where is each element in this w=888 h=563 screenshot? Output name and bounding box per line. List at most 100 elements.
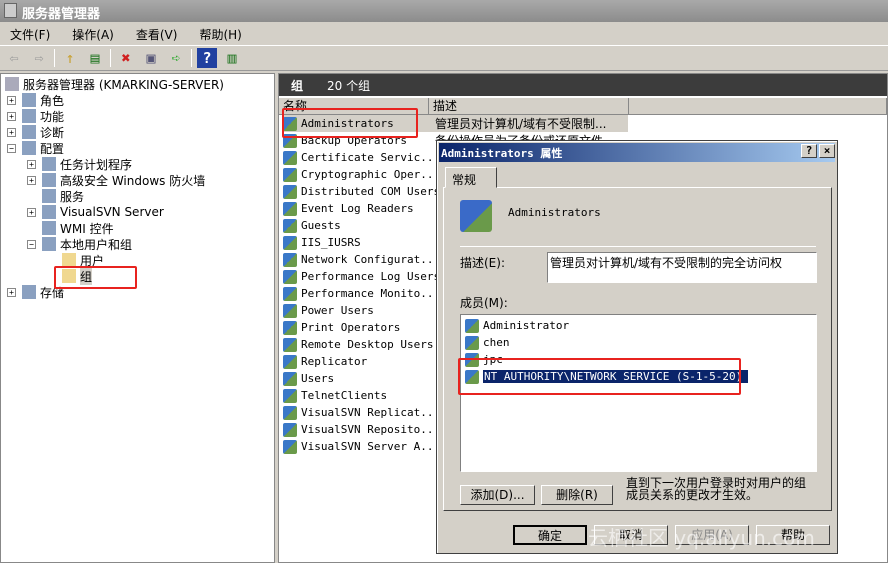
node-icon bbox=[42, 237, 56, 251]
tree-root[interactable]: 服务器管理器 (KMARKING-SERVER) bbox=[5, 76, 224, 92]
member-item[interactable]: Administrator bbox=[465, 317, 569, 334]
group-name: Event Log Readers bbox=[301, 202, 414, 215]
tree-item[interactable]: + 角色 bbox=[7, 92, 64, 108]
table-row[interactable]: Certificate Servic... bbox=[283, 149, 440, 166]
divider bbox=[460, 246, 816, 247]
up-icon[interactable]: ↑ bbox=[60, 48, 80, 68]
description-input[interactable]: 管理员对计算机/域有不受限制的完全访问权 bbox=[547, 252, 817, 283]
expander-icon[interactable]: + bbox=[27, 175, 36, 185]
table-row[interactable]: TelnetClients bbox=[283, 387, 387, 404]
members-label: 成员(M): bbox=[460, 296, 508, 310]
member-item[interactable]: chen bbox=[465, 334, 510, 351]
tree-item[interactable]: + 高级安全 Windows 防火墙 bbox=[27, 172, 205, 188]
folder-icon bbox=[62, 253, 76, 267]
delete-icon[interactable]: ✖ bbox=[116, 48, 136, 68]
table-row[interactable]: Guests bbox=[283, 217, 341, 234]
group-icon bbox=[283, 235, 297, 250]
column-description[interactable]: 描述 bbox=[429, 98, 629, 115]
group-name: Performance Log Users bbox=[301, 270, 441, 283]
table-row[interactable]: VisualSVN Replicat... bbox=[283, 404, 440, 421]
node-icon bbox=[22, 93, 36, 107]
table-row[interactable]: Cryptographic Oper... bbox=[283, 166, 440, 183]
tab-general[interactable]: 常规 bbox=[445, 167, 497, 188]
tree-item[interactable]: WMI 控件 bbox=[27, 220, 114, 236]
highlight-box bbox=[54, 266, 137, 289]
help-icon[interactable]: ? bbox=[197, 48, 217, 68]
group-name: Certificate Servic... bbox=[301, 151, 441, 164]
tree-item[interactable]: − 配置 bbox=[7, 140, 64, 156]
group-icon bbox=[283, 167, 297, 182]
expander-icon[interactable]: + bbox=[7, 111, 16, 121]
ok-button[interactable]: 确定 bbox=[513, 525, 587, 545]
properties-icon[interactable]: ▣ bbox=[141, 48, 161, 68]
menu-view[interactable]: 查看(V) bbox=[136, 26, 178, 44]
table-row[interactable]: Users bbox=[283, 370, 334, 387]
server-manager-icon bbox=[4, 3, 17, 18]
add-button[interactable]: 添加(D)... bbox=[460, 485, 535, 505]
table-row[interactable]: Replicator bbox=[283, 353, 367, 370]
menu-help[interactable]: 帮助(H) bbox=[199, 26, 241, 44]
table-row[interactable]: Performance Monito... bbox=[283, 285, 440, 302]
table-row[interactable]: Event Log Readers bbox=[283, 200, 414, 217]
group-icon bbox=[283, 252, 297, 267]
tree-item[interactable]: + 任务计划程序 bbox=[27, 156, 132, 172]
tree-item-label: 高级安全 Windows 防火墙 bbox=[60, 173, 206, 188]
menu-file[interactable]: 文件(F) bbox=[10, 26, 50, 44]
expander-icon[interactable]: + bbox=[27, 207, 36, 217]
table-row[interactable]: VisualSVN Reposito... bbox=[283, 421, 440, 438]
table-row[interactable]: Distributed COM Users bbox=[283, 183, 440, 200]
group-name: Distributed COM Users bbox=[301, 185, 441, 198]
tree-item[interactable]: + 诊断 bbox=[7, 124, 64, 140]
group-name: VisualSVN Replicat... bbox=[301, 406, 441, 419]
group-icon bbox=[283, 184, 297, 199]
expander-icon[interactable]: + bbox=[7, 127, 16, 137]
pane-title: 组 bbox=[291, 78, 304, 93]
group-name: Power Users bbox=[301, 304, 374, 317]
back-icon[interactable]: ⇦ bbox=[4, 48, 24, 68]
table-row[interactable]: Print Operators bbox=[283, 319, 400, 336]
expander-icon[interactable]: + bbox=[27, 159, 36, 169]
tree-item-label: VisualSVN Server bbox=[60, 205, 164, 219]
forward-icon[interactable]: ⇨ bbox=[29, 48, 49, 68]
group-name: Replicator bbox=[301, 355, 368, 368]
table-row[interactable]: VisualSVN Server A... bbox=[283, 438, 440, 455]
tree-item[interactable]: 服务 bbox=[27, 188, 84, 204]
table-row[interactable]: IIS_IUSRS bbox=[283, 234, 361, 251]
member-name: Administrator bbox=[483, 319, 570, 332]
remove-button[interactable]: 删除(R) bbox=[541, 485, 613, 505]
table-row[interactable]: Remote Desktop Users bbox=[283, 336, 433, 353]
group-name: TelnetClients bbox=[301, 389, 388, 402]
help-button[interactable]: ? bbox=[801, 144, 817, 158]
column-filler bbox=[629, 98, 887, 115]
close-button[interactable]: × bbox=[819, 144, 835, 158]
dialog-title: Administrators 属性 bbox=[441, 147, 563, 160]
pane-header: 组 20 个组 bbox=[279, 74, 887, 96]
table-row[interactable]: Power Users bbox=[283, 302, 374, 319]
group-name: Network Configurat... bbox=[301, 253, 441, 266]
expander-icon[interactable]: + bbox=[7, 287, 16, 297]
group-name: Users bbox=[301, 372, 335, 385]
tree-item-label: 功能 bbox=[40, 109, 65, 124]
group-icon bbox=[283, 422, 297, 437]
table-row[interactable]: Network Configurat... bbox=[283, 251, 440, 268]
group-icon bbox=[283, 320, 297, 335]
node-icon bbox=[22, 285, 36, 299]
table-row[interactable]: Performance Log Users bbox=[283, 268, 440, 285]
tree-item[interactable]: + 功能 bbox=[7, 108, 64, 124]
tree-item[interactable]: + VisualSVN Server bbox=[27, 204, 164, 220]
node-icon bbox=[42, 173, 56, 187]
node-icon bbox=[22, 125, 36, 139]
group-description: 管理员对计算机/域有不受限制... bbox=[435, 117, 607, 131]
group-icon bbox=[283, 337, 297, 352]
menu-action[interactable]: 操作(A) bbox=[72, 26, 114, 44]
export-icon[interactable]: ➪ bbox=[166, 48, 186, 68]
expander-icon[interactable]: − bbox=[27, 239, 36, 249]
tree-item[interactable]: − 本地用户和组 bbox=[27, 236, 132, 252]
action-pane-icon[interactable]: ▥ bbox=[222, 48, 242, 68]
navigation-tree: 服务器管理器 (KMARKING-SERVER) + 角色 + 功能 + 诊断 − 配置 + 任务… bbox=[0, 73, 275, 563]
expander-icon[interactable]: − bbox=[7, 143, 16, 153]
expander-icon[interactable]: + bbox=[7, 95, 16, 105]
group-icon bbox=[283, 405, 297, 420]
show-hide-tree-icon[interactable]: ▤ bbox=[85, 48, 105, 68]
user-icon bbox=[465, 335, 479, 350]
